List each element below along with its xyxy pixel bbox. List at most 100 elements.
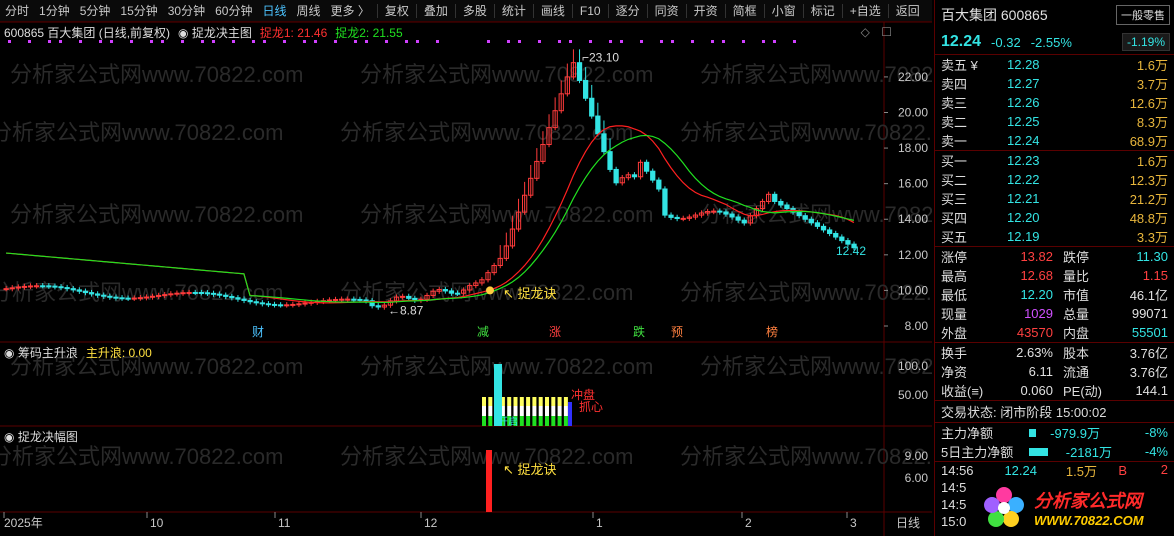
sub2-name: 捉龙决幅图 <box>17 430 78 444</box>
candle-body <box>375 305 381 308</box>
chart-corner-icons[interactable]: ◇ ☐ <box>861 25 892 39</box>
tool-button-13[interactable]: 返回 <box>891 0 925 22</box>
candle-body <box>339 298 345 301</box>
period-tab-6[interactable]: 日线 <box>257 0 291 22</box>
toolbar-divider <box>685 3 687 18</box>
stat-value: 144.1 <box>1135 383 1168 398</box>
candle-body <box>412 297 418 301</box>
period-tab-3[interactable]: 15分钟 <box>115 0 162 22</box>
sub1-bar-mid <box>563 406 568 416</box>
tool-button-4[interactable]: 画线 <box>536 0 570 22</box>
tool-button-8[interactable]: 开资 <box>689 0 723 22</box>
tool-button-10[interactable]: 小窗 <box>767 0 801 22</box>
event-mark: 预 <box>671 325 683 339</box>
candle-body <box>198 291 204 294</box>
toolbar-divider <box>454 3 456 18</box>
candle-body <box>784 204 790 210</box>
candle-body <box>644 161 650 172</box>
kline-chart-area[interactable]: 分析家公式网www.70822.com 分析家公式网www.70822.com 分析… <box>0 22 932 536</box>
candle-body <box>796 211 802 217</box>
tool-button-3[interactable]: 统计 <box>497 0 531 22</box>
stat-row: 外盘 43570 内盘 55501 <box>935 323 1174 342</box>
stat-label: PE(动) <box>1063 384 1103 399</box>
time-axis-label: 2025年 <box>4 516 43 530</box>
sub1-blue-bar <box>568 402 572 426</box>
period-tab-4[interactable]: 30分钟 <box>163 0 210 22</box>
sub1-bar-mid <box>513 406 518 416</box>
toolbar-divider <box>841 3 843 18</box>
book-label: 卖四 <box>941 77 968 92</box>
book-label: 卖五 ¥ <box>941 58 978 73</box>
period-tab-2[interactable]: 5分钟 <box>75 0 116 22</box>
tick-last-num: 2 <box>1160 462 1168 477</box>
period-tab-1[interactable]: 1分钟 <box>34 0 75 22</box>
high-label: ⌐23.10 <box>582 50 619 64</box>
book-volume: 68.9万 <box>1129 134 1168 149</box>
watermark-text: 分析家公式网www.70822.com <box>680 444 932 469</box>
sector-change: -1.19% <box>1121 33 1170 51</box>
stat-value: 2.63% <box>1016 345 1053 360</box>
main-chart-legend: 600865 百大集团 (日线,前复权) ◉ 捉龙决主图 捉龙1: 21.46 … <box>4 24 403 41</box>
candle-body <box>814 222 821 227</box>
tool-button-2[interactable]: 多股 <box>458 0 492 22</box>
candle-body <box>448 290 455 294</box>
candle-body <box>46 285 52 288</box>
tool-button-12[interactable]: +自选 <box>845 0 886 22</box>
stat-label: 外盘 <box>941 326 968 341</box>
candle-body <box>656 179 662 190</box>
signal-dot <box>711 40 714 43</box>
tool-button-9[interactable]: 简框 <box>728 0 762 22</box>
stock-name: 百大集团 600865 <box>941 7 1048 23</box>
sub2-dropdown[interactable]: ◉ 捉龙决幅图 <box>4 428 78 445</box>
stat-label: 净资 <box>941 365 968 380</box>
period-tab-5[interactable]: 60分钟 <box>210 0 257 22</box>
period-tab-0[interactable]: 分时 <box>0 0 34 22</box>
sub1-bar-bot <box>545 416 549 426</box>
close-icon[interactable]: ☐ <box>881 25 892 39</box>
tool-button-7[interactable]: 同资 <box>650 0 684 22</box>
flow-pct: -4% <box>1144 444 1168 459</box>
sub1-dropdown[interactable]: ◉ 筹码主升浪 <box>4 344 78 361</box>
book-volume: 1.6万 <box>1136 154 1168 169</box>
kline-svg[interactable]: 分析家公式网www.70822.com 分析家公式网www.70822.com 分析… <box>0 22 932 536</box>
candle-body <box>717 210 723 213</box>
sub1-bar-top <box>513 397 518 406</box>
tool-button-1[interactable]: 叠加 <box>419 0 453 22</box>
signal-dot <box>405 40 408 43</box>
sub1-bar-bot <box>563 416 568 426</box>
stat-value: 46.1亿 <box>1129 288 1168 303</box>
event-mark: 涨 <box>549 324 561 339</box>
candle-body <box>192 291 198 294</box>
sub1-bar-top <box>545 397 549 406</box>
diamond-icon[interactable]: ◇ <box>861 25 870 39</box>
tool-button-5[interactable]: F10 <box>575 0 606 22</box>
candle-body <box>125 297 131 300</box>
stat-label: 现量 <box>941 307 968 322</box>
stat-value: 12.68 <box>1020 268 1053 283</box>
logo-title: 分析家公式网 <box>1034 490 1142 511</box>
signal-dot <box>793 40 796 43</box>
ask-book: 卖五 ¥ 12.28 1.6万 卖四 12.27 3.7万 卖三 12.26 12.6万 卖二 12… <box>935 54 1174 150</box>
candle-body <box>711 210 717 213</box>
period-tab-7[interactable]: 周线 <box>291 0 325 22</box>
bids-row: 买一 12.23 1.6万 <box>935 151 1174 170</box>
sub1-bar-mid <box>557 406 562 416</box>
candle-body <box>174 292 180 295</box>
sub1-bar-bot <box>538 416 543 426</box>
book-volume: 1.6万 <box>1136 58 1168 73</box>
sub1-bar-top <box>482 397 486 406</box>
indicator-dropdown[interactable]: ◉ 捉龙决主图 <box>178 24 252 41</box>
period-tabs: 分时 1分钟 5分钟 15分钟 30分钟 60分钟 日线 周线 更多 〉 <box>0 0 375 22</box>
price-axis-label: 14.00 <box>898 212 928 226</box>
tool-button-6[interactable]: 逐分 <box>611 0 645 22</box>
toolbar-divider <box>493 3 495 18</box>
stat-value: 1029 <box>1024 306 1053 321</box>
sector-button[interactable]: 一般零售 <box>1116 5 1170 25</box>
period-tab-8[interactable]: 更多 〉 <box>326 0 375 22</box>
tool-button-0[interactable]: 复权 <box>380 0 414 22</box>
tool-button-11[interactable]: 标记 <box>806 0 840 22</box>
signal-dot <box>762 40 765 43</box>
toolbar-divider <box>571 3 573 18</box>
stat-value: 1.15 <box>1142 268 1168 283</box>
stat-label: 最低 <box>941 288 968 303</box>
